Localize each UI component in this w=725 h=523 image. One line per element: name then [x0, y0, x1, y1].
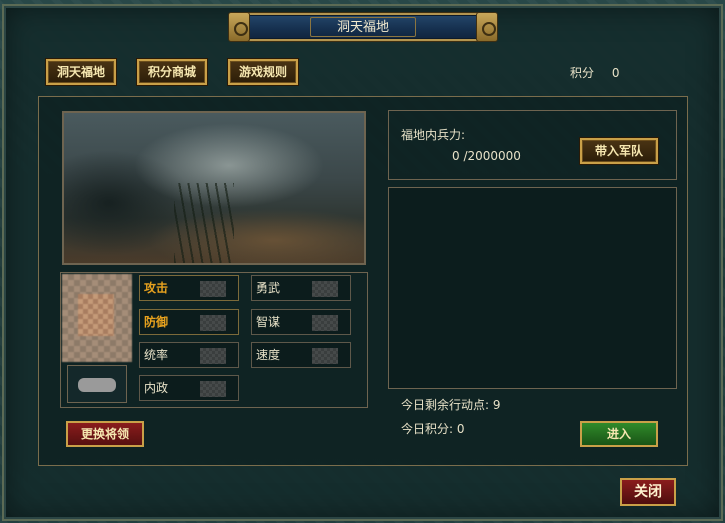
plaque-ornament-right-icon — [476, 12, 498, 42]
scene-image — [62, 111, 366, 265]
nav-rules-button[interactable]: 游戏规则 — [228, 59, 298, 85]
stat-value-obscured — [312, 281, 338, 297]
action-points-value: 9 — [492, 398, 501, 412]
plaque-ornament-left-icon — [228, 12, 250, 42]
stat-value-obscured — [200, 381, 226, 397]
swap-general-button[interactable]: 更换将领 — [66, 421, 144, 447]
stat-label: 攻击 — [144, 281, 169, 295]
action-points-label: 今日剩余行动点: — [401, 398, 490, 412]
nav-dongtian-button[interactable]: 洞天福地 — [46, 59, 116, 85]
daily-score-value: 0 — [456, 422, 465, 436]
bring-troops-button[interactable]: 带入军队 — [580, 138, 658, 164]
stat-value-obscured — [200, 348, 226, 364]
stat-strategy: 智谋 — [251, 309, 351, 335]
stat-label: 智谋 — [256, 315, 281, 329]
enter-button[interactable]: 进入 — [580, 421, 658, 447]
stat-valor: 勇武 — [251, 275, 351, 301]
stat-label: 速度 — [256, 348, 281, 362]
daily-score-info: 今日积分: 0 — [401, 420, 465, 437]
grass-decoration — [174, 183, 234, 263]
stat-value-obscured — [200, 281, 226, 297]
score-display: 积分 0 — [570, 64, 619, 81]
stat-value-obscured — [200, 315, 226, 331]
dialog-title: 洞天福地 — [310, 17, 416, 37]
stat-attack: 攻击 — [139, 275, 239, 301]
close-button[interactable]: 关闭 — [620, 478, 676, 506]
troop-value: 0 /2000000 — [452, 149, 521, 163]
stat-speed: 速度 — [251, 342, 351, 368]
daily-score-label: 今日积分: — [401, 422, 454, 436]
stat-value-obscured — [312, 348, 338, 364]
score-value: 0 — [611, 66, 620, 80]
general-portrait[interactable] — [62, 274, 132, 362]
stat-label: 内政 — [144, 381, 169, 395]
stat-label: 勇武 — [256, 281, 281, 295]
title-plaque: 洞天福地 — [228, 12, 498, 42]
general-badge-icon — [67, 365, 127, 403]
stat-command: 统率 — [139, 342, 239, 368]
stat-label: 防御 — [144, 315, 169, 329]
log-box — [388, 187, 677, 389]
score-label: 积分 — [570, 66, 595, 80]
stat-value-obscured — [312, 315, 338, 331]
troop-label: 福地内兵力: — [401, 128, 466, 142]
action-points-info: 今日剩余行动点: 9 — [401, 396, 501, 413]
stat-label: 统率 — [144, 348, 169, 362]
stat-defense: 防御 — [139, 309, 239, 335]
nav-shop-button[interactable]: 积分商城 — [137, 59, 207, 85]
stat-politics: 内政 — [139, 375, 239, 401]
